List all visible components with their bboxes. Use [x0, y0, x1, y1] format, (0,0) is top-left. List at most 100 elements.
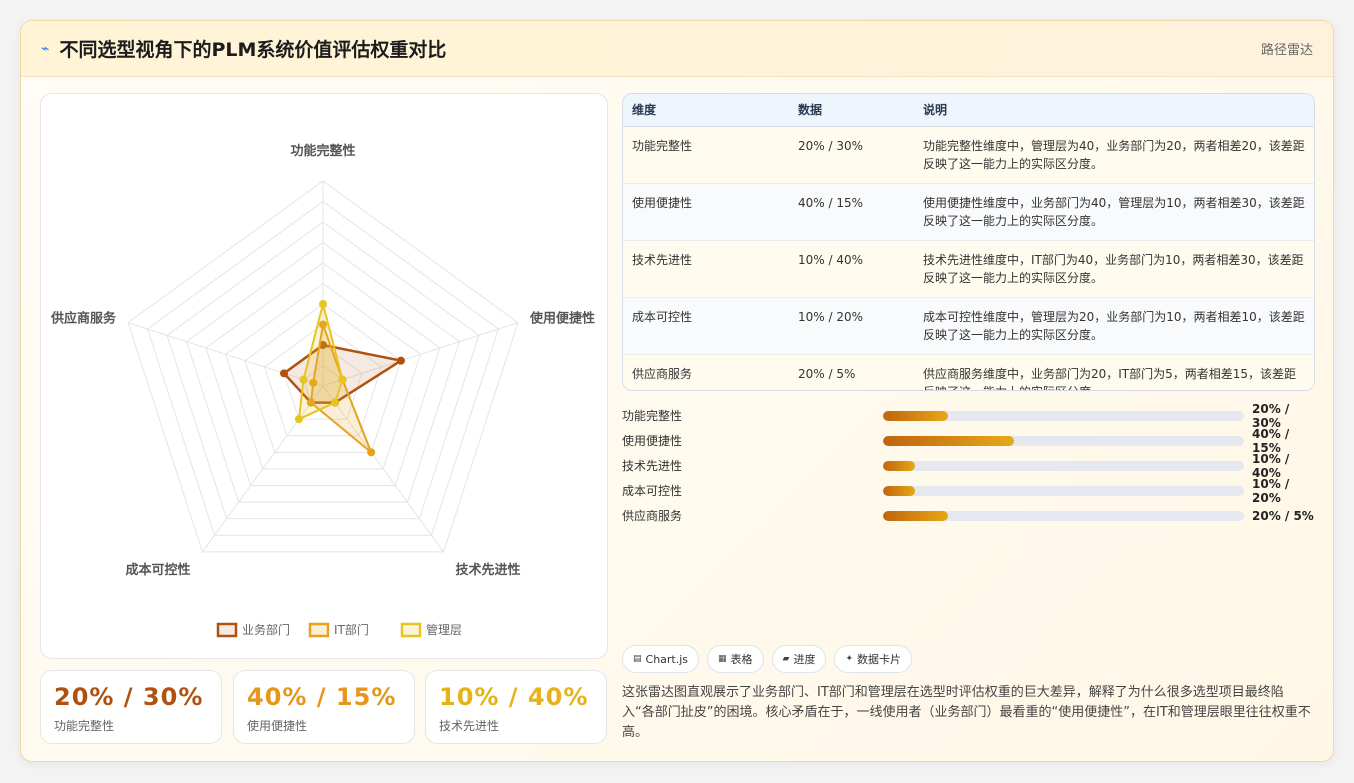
table-cell: 40% / 15% — [789, 183, 914, 241]
progress-track — [883, 510, 1244, 521]
radar-point — [280, 369, 289, 378]
stat-label: 功能完整性 — [54, 719, 115, 733]
tag-data-card[interactable]: ✦ 数据卡片 — [834, 645, 913, 673]
radar-axis-label: 使用便捷性 — [529, 311, 595, 327]
tag-label: Chart.js — [645, 652, 689, 666]
progress-value: 10% / 20% — [1252, 476, 1290, 505]
data-table-card: 维度 数据 说明 功能完整性 20% / 30% 功能完整性维度中，管理层为40… — [622, 93, 1315, 391]
table-cell: 技术先进性维度中，IT部门为40，业务部门为10，两者相差30，该差距反映了这一… — [914, 240, 1314, 298]
table-header: 数据 — [789, 94, 914, 127]
progress-fill — [883, 410, 948, 421]
table-row: 使用便捷性 40% / 15% 使用便捷性维度中，业务部门为40，管理层为10，… — [623, 183, 1314, 241]
radar-point — [294, 415, 303, 424]
table-row: 成本可控性 10% / 20% 成本可控性维度中，管理层为20，业务部门为10，… — [623, 297, 1314, 355]
table-row: 功能完整性 20% / 30% 功能完整性维度中，管理层为40，业务部门为20，… — [623, 126, 1314, 184]
page-title: 不同选型视角下的PLM系统价值评估权重对比 — [59, 39, 447, 61]
tag-list: ▤ Chart.js ▦ 表格 ▰ 进度 ✦ 数据卡片 — [622, 645, 913, 673]
radar-chart: 功能完整性使用便捷性技术先进性 成本可控性 供应商服务业务部门 IT部门 管理层 — [50, 143, 595, 638]
stat-label: 技术先进性 — [439, 719, 500, 733]
radar-point — [396, 356, 405, 365]
progress-track — [883, 435, 1244, 446]
data-table: 维度 数据 说明 功能完整性 20% / 30% 功能完整性维度中，管理层为40… — [623, 94, 1314, 390]
summary-text: 这张雷达图直观展示了业务部门、IT部门和管理层在选型时评估权重的巨大差异，解释了… — [622, 685, 1311, 740]
legend-swatch — [216, 622, 238, 638]
progress-value: 40% / 15% — [1252, 426, 1290, 455]
legend-swatch — [400, 622, 422, 638]
legend-swatch — [308, 622, 330, 638]
progress-fill — [883, 510, 948, 521]
stat-value: 40% / 15% — [247, 683, 397, 711]
progress-label: 使用便捷性 — [622, 434, 683, 448]
stat-value: 10% / 40% — [439, 683, 589, 711]
progress-fill — [883, 485, 916, 496]
stat-label: 使用便捷性 — [247, 719, 308, 733]
tag-label: 进度 — [793, 653, 816, 666]
progress-label: 功能完整性 — [622, 409, 683, 423]
progress-label: 成本可控性 — [622, 484, 683, 498]
table-row: 技术先进性 10% / 40% 技术先进性维度中，IT部门为40，业务部门为10… — [623, 240, 1314, 298]
table-cell: 功能完整性 — [623, 126, 789, 184]
table-row: 供应商服务 20% / 5% 供应商服务维度中，业务部门为20，IT部门为5，两… — [623, 354, 1314, 390]
tag-chartjs[interactable]: ▤ Chart.js — [622, 645, 700, 673]
table-cell: 供应商服务维度中，业务部门为20，IT部门为5，两者相差15，该差距反映了这一能… — [914, 354, 1314, 390]
progress-label: 技术先进性 — [622, 459, 683, 473]
progress-label: 供应商服务 — [622, 509, 683, 523]
stat-card-3: 10% / 40% 技术先进性 — [425, 670, 607, 744]
table-cell: 成本可控性 — [623, 297, 789, 355]
tag-progress[interactable]: ▰ 进度 — [771, 645, 827, 673]
header-link[interactable]: 路径雷达 — [1261, 39, 1313, 58]
progress-track — [883, 460, 1244, 471]
progress-value: 10% / 40% — [1252, 451, 1290, 480]
card-icon: ✦ — [845, 654, 854, 664]
progress-icon: ▰ — [782, 654, 790, 664]
header: ⌁ 不同选型视角下的PLM系统价值评估权重对比 路径雷达 — [21, 21, 1333, 77]
radar-axis-label: 供应商服务 — [50, 311, 117, 327]
stat-card-1: 20% / 30% 功能完整性 — [40, 670, 222, 744]
tag-label: 数据卡片 — [857, 653, 902, 666]
progress-row: 成本可控性 10% / 20% — [622, 476, 1315, 505]
progress-track — [883, 410, 1244, 421]
stat-card-2: 40% / 15% 使用便捷性 — [233, 670, 415, 744]
progress-row: 技术先进性 10% / 40% — [622, 451, 1315, 480]
radar-point — [319, 300, 327, 308]
progress-track — [883, 485, 1244, 496]
table-cell: 10% / 20% — [789, 297, 914, 355]
progress-fill — [883, 460, 916, 471]
progress-fill — [883, 435, 1015, 446]
radar-point — [299, 375, 308, 384]
tag-table[interactable]: ▦ 表格 — [707, 645, 764, 673]
progress-bars: 功能完整性 20% / 30% 使用便捷性 40% / 15% 技术先进性 10… — [622, 401, 1315, 528]
table-cell: 成本可控性维度中，管理层为20，业务部门为10，两者相差10，该差距反映了这一能… — [914, 297, 1314, 355]
table-header: 维度 — [623, 94, 789, 127]
stat-value: 20% / 30% — [54, 683, 204, 711]
chart-icon: ⌁ — [41, 40, 50, 57]
table-cell: 功能完整性维度中，管理层为40，业务部门为20，两者相差20，该差距反映了这一能… — [914, 126, 1314, 184]
table-cell: 使用便捷性维度中，业务部门为40，管理层为10，两者相差30，该差距反映了这一能… — [914, 183, 1314, 241]
radar-point — [367, 448, 376, 457]
table-header: 说明 — [914, 94, 1314, 127]
table-cell: 20% / 5% — [789, 354, 914, 390]
table-cell: 供应商服务 — [623, 354, 789, 390]
radar-point — [331, 398, 340, 407]
legend-label: 管理层 — [426, 622, 462, 637]
tag-label: 表格 — [730, 653, 753, 666]
table-cell: 10% / 40% — [789, 240, 914, 298]
table-cell: 技术先进性 — [623, 240, 789, 298]
chart-icon: ▤ — [633, 654, 642, 664]
table-cell: 20% / 30% — [789, 126, 914, 184]
radar-axis-label: 成本可控性 — [125, 562, 190, 578]
radar-point — [338, 375, 347, 384]
radar-axis-label: 功能完整性 — [290, 143, 355, 159]
progress-value: 20% / 30% — [1252, 401, 1290, 430]
progress-row: 功能完整性 20% / 30% — [622, 401, 1315, 430]
table-cell: 使用便捷性 — [623, 183, 789, 241]
radar-axis-label: 技术先进性 — [455, 562, 520, 578]
dashboard-frame: ⌁ 不同选型视角下的PLM系统价值评估权重对比 路径雷达 功能完整性 使用便捷性技… — [20, 20, 1334, 762]
legend-label: 业务部门 — [242, 622, 290, 637]
progress-row: 使用便捷性 40% / 15% — [622, 426, 1315, 455]
progress-row: 供应商服务 20% / 5% — [622, 503, 1315, 528]
table-icon: ▦ — [718, 654, 727, 664]
legend-label: IT部门 — [334, 622, 369, 637]
radar-chart-card: 功能完整性使用便捷性技术先进性 成本可控性 供应商服务业务部门 IT部门 管理层 — [40, 93, 608, 659]
progress-value: 20% / 5% — [1252, 508, 1314, 523]
